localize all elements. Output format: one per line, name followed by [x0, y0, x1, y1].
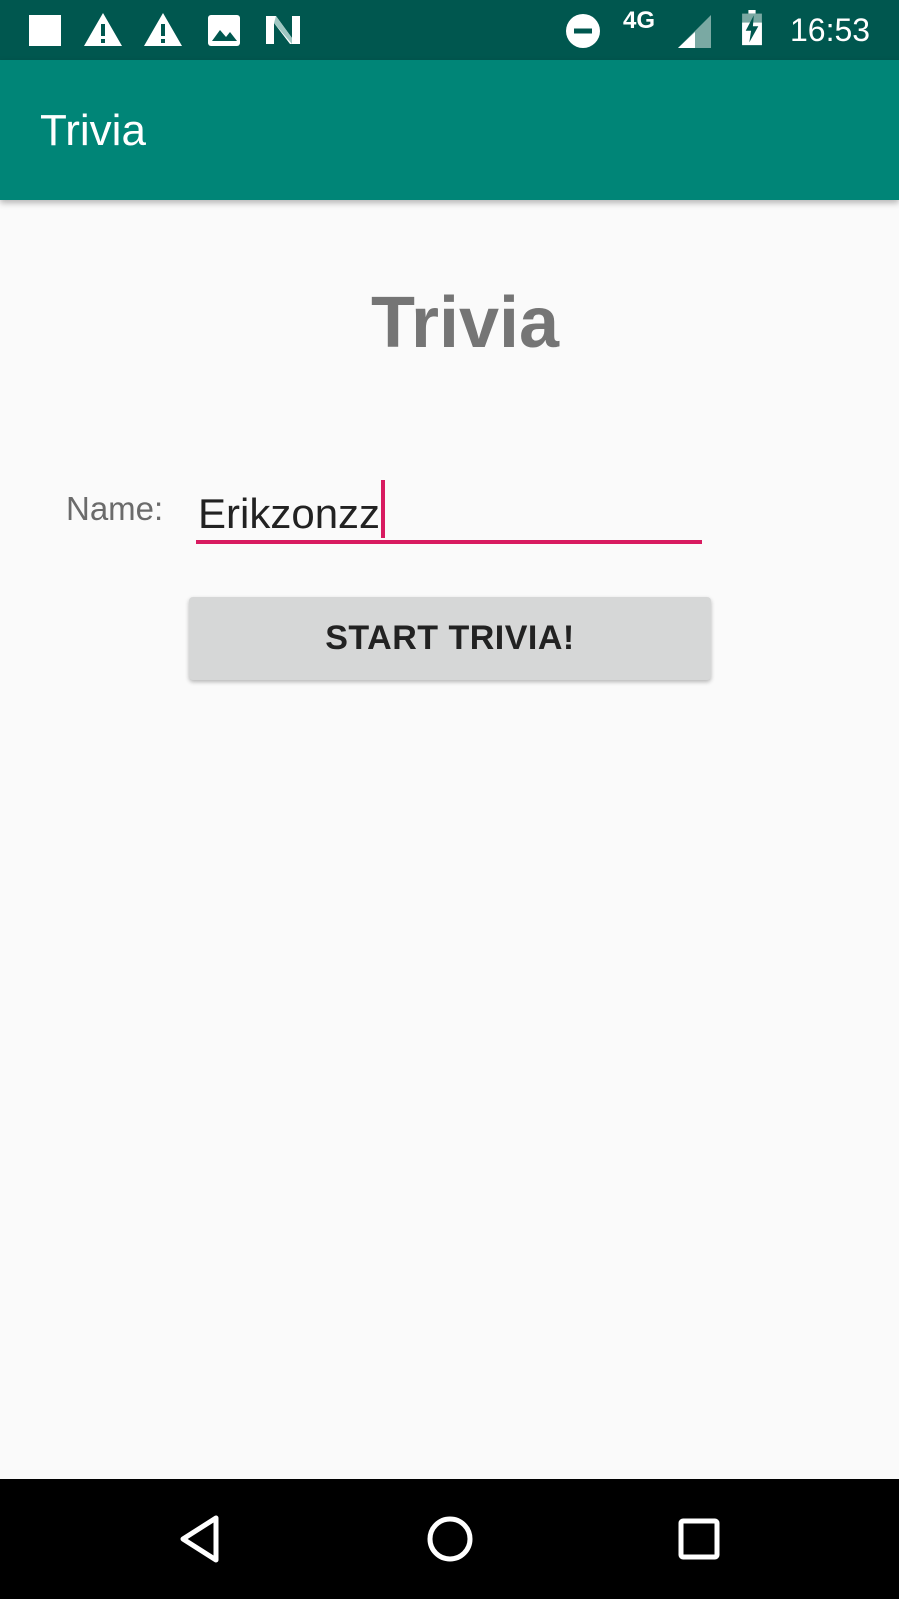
image-icon: [208, 15, 240, 46]
text-cursor: [381, 480, 386, 538]
back-icon: [180, 1515, 219, 1563]
recents-button[interactable]: [639, 1479, 759, 1599]
network-type: 4G: [623, 7, 656, 34]
page-title: Trivia: [370, 283, 560, 363]
name-field[interactable]: Erikzonzz: [196, 472, 702, 544]
battery-charging-icon: [742, 10, 762, 46]
name-label: Name:: [66, 490, 164, 527]
recents-icon: [678, 1518, 720, 1560]
home-icon: [427, 1516, 473, 1562]
app-bar: Trivia: [0, 60, 899, 200]
start-trivia-button[interactable]: START TRIVIA!: [189, 597, 711, 680]
name-field-container: Erikzonzz: [198, 480, 386, 538]
back-button[interactable]: [141, 1479, 261, 1599]
name-field-underline: [196, 540, 702, 544]
navigation-bar: [0, 1479, 899, 1599]
n-icon: [266, 16, 300, 44]
do-not-disturb-icon: [566, 14, 600, 48]
stop-icon: [29, 15, 61, 46]
name-field-value: Erikzonzz: [198, 490, 381, 537]
signal-icon: [678, 15, 711, 48]
home-button[interactable]: [390, 1479, 510, 1599]
clock: 16:53: [790, 12, 871, 48]
warning-icon: [84, 13, 122, 46]
status-bar: 4G 16:53: [0, 0, 899, 60]
app-bar-title: Trivia: [40, 106, 146, 155]
warning-icon: [144, 13, 182, 46]
